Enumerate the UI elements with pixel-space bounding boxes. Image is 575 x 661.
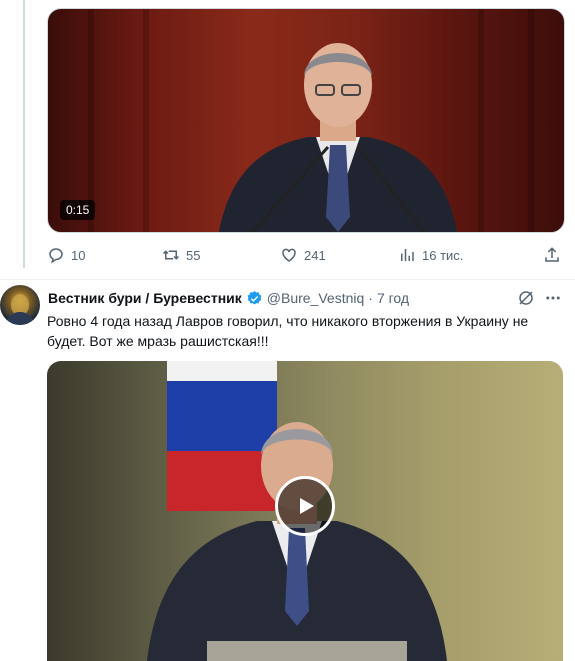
- grok-icon[interactable]: [517, 289, 535, 307]
- video-player-previous[interactable]: 0:15: [47, 8, 565, 233]
- author-handle[interactable]: @Bure_Vestniq: [267, 290, 365, 306]
- tweet-text: Ровно 4 года назад Лавров говорил, что н…: [47, 313, 529, 349]
- more-icon[interactable]: [544, 289, 562, 307]
- curtain-fold: [143, 9, 149, 232]
- retweet-count: 55: [186, 247, 201, 263]
- tweet-divider: [0, 279, 575, 280]
- video-duration-badge: 0:15: [60, 200, 96, 220]
- tweet-timestamp[interactable]: 7 год: [377, 290, 409, 306]
- avatar[interactable]: [0, 285, 40, 325]
- heart-icon: [282, 248, 296, 262]
- share-icon: [545, 247, 559, 262]
- thread-connector-line: [23, 0, 25, 268]
- like-button[interactable]: 241: [280, 243, 326, 267]
- reply-icon: [49, 248, 63, 264]
- like-count: 241: [304, 247, 326, 263]
- curtain-fold: [528, 9, 534, 232]
- tweet-action-bar: 10 55 241 16 тис.: [47, 243, 567, 267]
- verified-badge-icon: [247, 290, 262, 305]
- share-button[interactable]: [543, 243, 561, 267]
- tweet-header: Вестник бури / Буревестник @Bure_Vestniq…: [48, 288, 409, 308]
- header-separator: ·: [368, 290, 373, 306]
- views-button[interactable]: 16 тис.: [398, 243, 463, 267]
- curtain-fold: [88, 9, 94, 232]
- reply-count: 10: [71, 247, 86, 263]
- author-name[interactable]: Вестник бури / Буревестник: [48, 290, 242, 306]
- view-count: 16 тис.: [422, 247, 464, 263]
- avatar-image: [6, 294, 34, 325]
- play-button[interactable]: [275, 476, 335, 536]
- play-icon: [300, 498, 314, 514]
- retweet-button[interactable]: 55: [162, 243, 200, 267]
- retweet-icon: [162, 250, 180, 260]
- views-chart-icon: [401, 249, 414, 261]
- video-player[interactable]: [47, 361, 563, 661]
- speaker-figure: [218, 43, 458, 232]
- reply-button[interactable]: 10: [47, 243, 85, 267]
- curtain-fold: [478, 9, 484, 232]
